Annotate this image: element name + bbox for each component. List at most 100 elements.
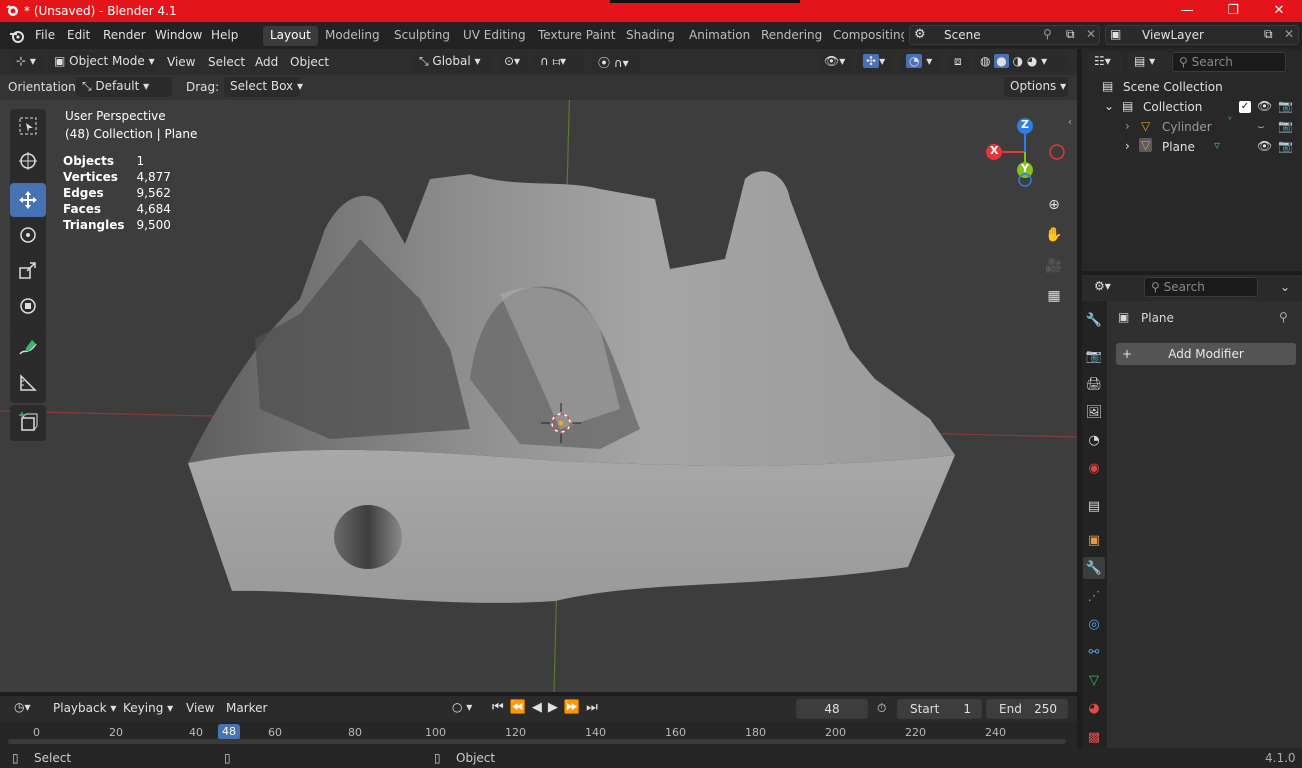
physics-tab-icon[interactable]: ◎ [1083, 613, 1105, 635]
playhead[interactable]: 48 [218, 724, 240, 740]
select-box-tool[interactable] [10, 109, 46, 143]
gizmo-x-label[interactable]: X [990, 144, 998, 157]
tab-uv-editing[interactable]: UV Editing [456, 26, 533, 46]
properties-editor-type-icon[interactable]: ⚙▾ [1088, 277, 1122, 297]
3d-viewport[interactable]: Z X Y ⊹ ▾ ▣ Object Mode ▾ View Select Ad… [0, 49, 1077, 692]
mode-dropdown[interactable]: ▣ Object Mode ▾ [48, 52, 156, 72]
properties-options-icon[interactable]: ⌄ [1280, 280, 1290, 294]
outliner-scene-collection[interactable]: ▤ Scene Collection [1082, 77, 1302, 97]
timeline-editor-type-icon[interactable]: ◷▾ [8, 698, 40, 718]
particles-tab-icon[interactable]: ⋰ [1083, 585, 1105, 607]
camera-view-icon[interactable]: 🎥 [1041, 253, 1067, 279]
data-tab-icon[interactable]: ▽ [1083, 669, 1105, 691]
properties-search-input[interactable]: ⚲ Search [1144, 277, 1258, 297]
playback-controls[interactable]: ⏮⏪◀▶⏩⏭ [492, 700, 604, 715]
camera-icon[interactable]: 📷 [1278, 119, 1293, 133]
tab-animation[interactable]: Animation [682, 26, 757, 46]
minimize-button[interactable]: — [1164, 0, 1210, 22]
pin-icon[interactable]: ⚲ [1279, 310, 1288, 324]
move-tool[interactable] [10, 183, 46, 217]
xray-icon[interactable]: ⧈ [948, 52, 970, 72]
checkbox-icon[interactable]: ✓ [1239, 101, 1251, 113]
maximize-button[interactable]: ❐ [1210, 0, 1256, 22]
menu-add[interactable]: Add [255, 55, 278, 69]
sidebar-toggle-icon[interactable]: ‹ [1068, 117, 1072, 128]
remove-scene-icon[interactable]: ✕ [1086, 27, 1096, 41]
menu-select[interactable]: Select [208, 55, 245, 69]
drag-dropdown[interactable]: Select Box ▾ [224, 77, 303, 97]
snapping-icon[interactable]: ∩ ⧦▾ [534, 52, 584, 72]
current-frame-field[interactable]: 48 [796, 699, 868, 719]
camera-icon[interactable]: 📷 [1278, 139, 1293, 153]
scene-selector[interactable]: Scene ⚙ ⚲ ⧉ ✕ [909, 25, 1100, 45]
tab-compositing[interactable]: Compositing [826, 26, 904, 46]
menu-render[interactable]: Render [103, 28, 146, 42]
gizmo-z-label[interactable]: Z [1021, 118, 1029, 131]
rotate-tool[interactable] [10, 218, 46, 252]
editor-type-button[interactable]: ⊹ ▾ [10, 52, 44, 72]
visibility-icon[interactable]: 👁▾ [818, 52, 854, 72]
object-tab-icon[interactable]: ▣ [1083, 529, 1105, 551]
outliner-object-row[interactable]: › ▽ Plane ▿ 👁 📷 [1082, 137, 1302, 157]
overlays-icon[interactable]: ◔ ▾ [900, 52, 942, 72]
tab-layout[interactable]: Layout [263, 26, 318, 46]
measure-tool[interactable] [10, 366, 46, 400]
texture-tab-icon[interactable]: ▩ [1083, 729, 1105, 745]
eye-icon[interactable]: 👁 [1257, 99, 1272, 113]
transform-orientation-dropdown[interactable]: ⤡ Global ▾ [413, 52, 493, 72]
viewlayer-selector[interactable]: ▣ ViewLayer ⧉ ✕ [1105, 25, 1299, 45]
add-modifier-button[interactable]: + Add Modifier [1116, 343, 1296, 365]
ortho-grid-icon[interactable]: ▦ [1041, 283, 1067, 309]
new-viewlayer-icon[interactable]: ⧉ [1264, 27, 1273, 42]
outliner-search-input[interactable]: ⚲ Search [1172, 52, 1286, 72]
marker-menu[interactable]: Marker [226, 701, 267, 715]
modifier-tab-icon[interactable]: 🔧 [1083, 557, 1105, 579]
tab-modeling[interactable]: Modeling [318, 26, 387, 46]
transform-tool[interactable] [10, 289, 46, 323]
pin-icon[interactable]: ⚲ [1043, 27, 1052, 41]
scale-tool[interactable] [10, 253, 46, 287]
outliner-collection-row[interactable]: ⌄ ▤ Collection ✓ 👁 📷 [1082, 97, 1302, 117]
close-button[interactable]: ✕ [1256, 0, 1302, 22]
expand-chevron-icon[interactable]: ⌄ [1104, 99, 1114, 113]
pivot-point-icon[interactable]: ⊙▾ [498, 52, 528, 72]
expand-arrow-icon[interactable]: › [1125, 139, 1130, 153]
menu-view[interactable]: View [167, 55, 195, 69]
remove-viewlayer-icon[interactable]: ✕ [1284, 27, 1294, 41]
keying-menu[interactable]: Keying ▾ [123, 701, 173, 715]
new-scene-icon[interactable]: ⧉ [1066, 27, 1075, 42]
tool-tab-icon[interactable]: 🔧 [1083, 309, 1105, 331]
add-cube-tool[interactable] [10, 405, 46, 439]
gizmo-y-label[interactable]: Y [1021, 162, 1029, 175]
pan-hand-icon[interactable]: ✋ [1041, 222, 1067, 248]
menu-help[interactable]: Help [211, 28, 238, 42]
keyframe-record-icon[interactable]: ○ ▾ [446, 698, 482, 718]
zoom-icon[interactable]: ⊕ [1041, 192, 1067, 218]
world-tab-icon[interactable]: ◉ [1083, 457, 1105, 479]
eye-icon[interactable]: 👁 [1257, 139, 1272, 153]
playback-menu[interactable]: Playback ▾ [53, 701, 116, 715]
cursor-tool[interactable] [10, 144, 46, 178]
stopwatch-icon[interactable]: ⏱ [877, 701, 886, 716]
end-frame-field[interactable]: End 250 [986, 699, 1068, 719]
outliner-object-row[interactable]: › ▽ Cylinder ᵛ ⌣ 📷 [1082, 115, 1302, 137]
menu-file[interactable]: File [35, 28, 55, 42]
shading-modes[interactable]: ◍ ● ◑ ◕ ▾ [974, 52, 1066, 72]
orientation-setting-dropdown[interactable]: ⤡ Default ▾ [76, 77, 172, 97]
annotate-tool[interactable] [10, 331, 46, 365]
outliner-editor-type-icon[interactable]: ☷▾ [1088, 52, 1122, 72]
outliner-filter-icon[interactable]: ▤ ▾ [1128, 52, 1170, 72]
hidden-eye-icon[interactable]: ⌣ [1257, 119, 1265, 134]
tab-shading[interactable]: Shading [619, 26, 682, 46]
tab-texture-paint[interactable]: Texture Paint [531, 26, 622, 46]
menu-object[interactable]: Object [290, 55, 329, 69]
constraints-tab-icon[interactable]: ⚯ [1083, 641, 1105, 663]
scene-tab-icon[interactable]: ◔ [1083, 429, 1105, 451]
proportional-editing-icon[interactable]: ⦿ ∩▾ [592, 52, 640, 72]
menu-window[interactable]: Window [155, 28, 202, 42]
tab-sculpting[interactable]: Sculpting [387, 26, 457, 46]
options-dropdown[interactable]: Options ▾ [1004, 77, 1068, 97]
camera-icon[interactable]: 📷 [1278, 99, 1293, 113]
material-tab-icon[interactable]: ◕ [1083, 697, 1105, 719]
viewport-scene[interactable] [0, 49, 1077, 692]
